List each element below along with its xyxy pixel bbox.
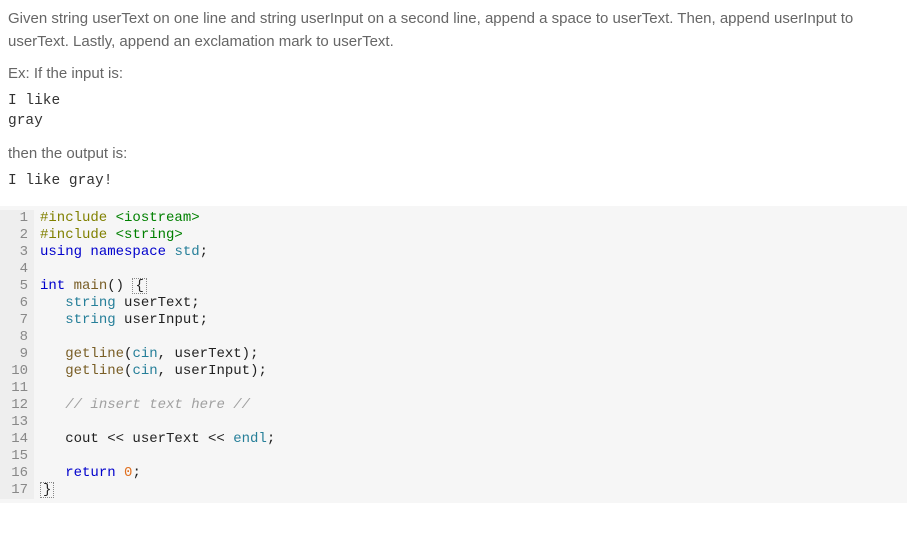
line-number: 13 [0, 414, 34, 431]
line-number: 11 [0, 380, 34, 397]
line-number: 10 [0, 363, 34, 380]
problem-statement: Given string userText on one line and st… [8, 8, 899, 53]
line-number: 1 [0, 210, 34, 227]
example-output-label: then the output is: [8, 145, 899, 162]
code-content[interactable]: using namespace std; [34, 244, 208, 261]
code-line[interactable]: 13 [0, 414, 907, 431]
example-input-line1: I like [8, 92, 899, 112]
code-content[interactable] [34, 261, 40, 278]
code-content[interactable]: // insert text here // [34, 397, 250, 414]
code-content[interactable]: #include <string> [34, 227, 183, 244]
example-output-block: I like gray! [8, 172, 899, 192]
example-input-label: Ex: If the input is: [8, 65, 899, 82]
code-content[interactable]: cout << userText << endl; [34, 431, 275, 448]
code-line[interactable]: 16 return 0; [0, 465, 907, 482]
code-line[interactable]: 15 [0, 448, 907, 465]
example-input-line2: gray [8, 112, 899, 132]
line-number: 14 [0, 431, 34, 448]
code-editor[interactable]: 1#include <iostream>2#include <string>3u… [0, 206, 907, 503]
line-number: 8 [0, 329, 34, 346]
code-line[interactable]: 2#include <string> [0, 227, 907, 244]
example-input-block: I likegray [8, 92, 899, 131]
line-number: 16 [0, 465, 34, 482]
line-number: 3 [0, 244, 34, 261]
code-content[interactable]: getline(cin, userInput); [34, 363, 267, 380]
code-line[interactable]: 11 [0, 380, 907, 397]
code-line[interactable]: 6 string userText; [0, 295, 907, 312]
code-line[interactable]: 7 string userInput; [0, 312, 907, 329]
code-line[interactable]: 17} [0, 482, 907, 499]
line-number: 2 [0, 227, 34, 244]
code-line[interactable]: 8 [0, 329, 907, 346]
line-number: 12 [0, 397, 34, 414]
line-number: 9 [0, 346, 34, 363]
code-line[interactable]: 10 getline(cin, userInput); [0, 363, 907, 380]
code-content[interactable] [34, 414, 40, 431]
code-line[interactable]: 12 // insert text here // [0, 397, 907, 414]
code-line[interactable]: 4 [0, 261, 907, 278]
code-content[interactable] [34, 329, 40, 346]
line-number: 15 [0, 448, 34, 465]
problem-container: Given string userText on one line and st… [0, 0, 907, 192]
code-content[interactable]: #include <iostream> [34, 210, 200, 227]
code-content[interactable]: } [34, 482, 54, 499]
code-content[interactable]: int main() { [34, 278, 147, 295]
code-content[interactable] [34, 380, 40, 397]
code-content[interactable]: getline(cin, userText); [34, 346, 258, 363]
line-number: 7 [0, 312, 34, 329]
code-content[interactable]: string userInput; [34, 312, 208, 329]
line-number: 17 [0, 482, 34, 499]
code-content[interactable]: return 0; [34, 465, 141, 482]
code-line[interactable]: 1#include <iostream> [0, 210, 907, 227]
line-number: 5 [0, 278, 34, 295]
code-content[interactable] [34, 448, 40, 465]
line-number: 4 [0, 261, 34, 278]
example-output-line1: I like gray! [8, 172, 899, 192]
code-line[interactable]: 3using namespace std; [0, 244, 907, 261]
code-line[interactable]: 14 cout << userText << endl; [0, 431, 907, 448]
code-content[interactable]: string userText; [34, 295, 200, 312]
line-number: 6 [0, 295, 34, 312]
code-line[interactable]: 5int main() { [0, 278, 907, 295]
code-line[interactable]: 9 getline(cin, userText); [0, 346, 907, 363]
